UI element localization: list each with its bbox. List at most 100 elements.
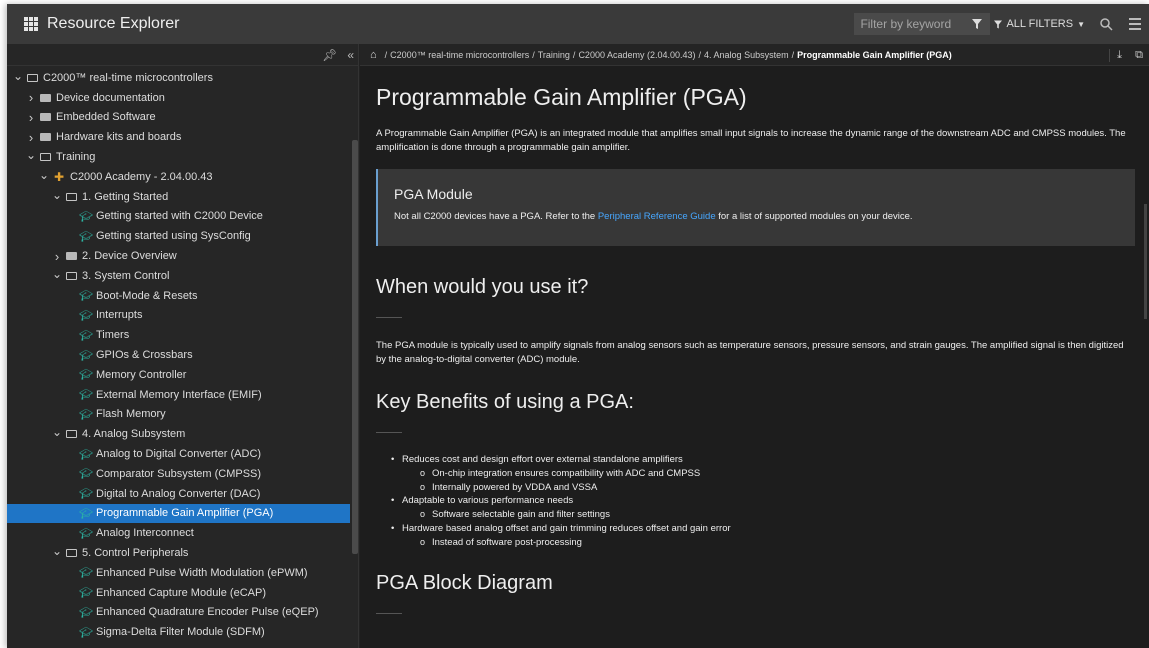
document-content: Programmable Gain Amplifier (PGA) A Prog… — [376, 66, 1135, 614]
graduation-cap-icon: 🎓︎ — [79, 369, 93, 382]
tree-item-label: Analog Interconnect — [96, 527, 194, 540]
chevron-right-icon[interactable]: › — [26, 110, 36, 125]
home-icon[interactable]: ⌂ — [370, 49, 377, 61]
chevron-down-icon[interactable]: ⌄ — [52, 189, 62, 203]
list-item: Internally powered by VDDA and VSSA — [376, 481, 1135, 495]
caret-down-icon: ▼ — [1077, 19, 1085, 29]
collapse-panel-icon[interactable]: « — [347, 48, 354, 62]
graduation-cap-icon: 🎓︎ — [79, 309, 93, 322]
tree-scrollbar[interactable] — [352, 140, 358, 554]
tree-item-label: 2. Device Overview — [82, 250, 177, 263]
when-paragraph: The PGA module is typically used to ampl… — [376, 340, 1124, 365]
tree-item[interactable]: ⌄ 4. Analog Subsystem — [7, 424, 350, 444]
tree-item[interactable]: › Hardware kits and boards — [7, 127, 350, 147]
external-link-icon[interactable]: ⧉ — [1129, 49, 1149, 62]
tree-item[interactable]: ⌄ Training — [7, 147, 350, 167]
breadcrumb: ⌂ / C2000™ real-time microcontrollers / … — [360, 44, 1149, 66]
graduation-cap-icon: 🎓︎ — [79, 507, 93, 520]
chevron-down-icon[interactable]: ⌄ — [52, 545, 62, 559]
tree-item[interactable]: ⌄ 3. System Control — [7, 266, 350, 286]
list-item: Instead of software post-processing — [376, 536, 1135, 550]
appbar-actions: ALL FILTERS ▼ — [854, 4, 1149, 44]
divider — [376, 432, 402, 433]
divider — [376, 317, 402, 318]
graduation-cap-icon: 🎓︎ — [79, 488, 93, 501]
chevron-right-icon[interactable]: › — [26, 90, 36, 105]
tree-item[interactable]: ⌄ C2000™ real-time microcontrollers — [7, 68, 350, 88]
download-icon[interactable]: ⤓ — [1109, 48, 1129, 62]
chevron-down-icon[interactable]: ⌄ — [13, 70, 23, 84]
folder-open-icon — [40, 153, 51, 162]
tree-item[interactable]: 🎓︎ Getting started using SysConfig — [7, 226, 350, 246]
heading-block-diagram: PGA Block Diagram — [376, 571, 553, 594]
folder-open-icon — [66, 549, 77, 558]
search-icon[interactable] — [1099, 17, 1113, 31]
funnel-icon[interactable] — [964, 13, 991, 35]
tree-item[interactable]: 🎓︎ Flash Memory — [7, 405, 350, 425]
tree-item[interactable]: › Embedded Software — [7, 108, 350, 128]
panel-toolbar: 📌︎ « — [7, 44, 358, 66]
tree-item[interactable]: 🎓︎ Enhanced Pulse Width Modulation (ePWM) — [7, 563, 350, 583]
content-scrollbar[interactable] — [1144, 204, 1147, 319]
chevron-down-icon[interactable]: ⌄ — [52, 268, 62, 282]
breadcrumb-item[interactable]: Training — [538, 50, 570, 60]
chevron-right-icon[interactable]: › — [52, 249, 62, 264]
graduation-cap-icon: 🎓︎ — [79, 468, 93, 481]
graduation-cap-icon: 🎓︎ — [79, 587, 93, 600]
tree-item[interactable]: 🎓︎ Enhanced Capture Module (eCAP) — [7, 583, 350, 603]
tree-item[interactable]: › 2. Device Overview — [7, 246, 350, 266]
breadcrumb-item[interactable]: C2000™ real-time microcontrollers — [390, 50, 529, 60]
chevron-down-icon[interactable]: ⌄ — [52, 426, 62, 440]
tree-item[interactable]: ⌄ 1. Getting Started — [7, 187, 350, 207]
tree-item-label: Digital to Analog Converter (DAC) — [96, 487, 261, 500]
tree-item[interactable]: 🎓︎ Boot-Mode & Resets — [7, 286, 350, 306]
all-filters-dropdown[interactable]: ALL FILTERS ▼ — [994, 18, 1085, 30]
list-item: Reduces cost and design effort over exte… — [376, 453, 1135, 467]
chevron-down-icon[interactable]: ⌄ — [26, 149, 36, 163]
tree-item[interactable]: 🎓︎ Analog Interconnect — [7, 523, 350, 543]
tree-item-label: Analog to Digital Converter (ADC) — [96, 448, 262, 461]
graduation-cap-icon: 🎓︎ — [79, 329, 93, 342]
list-item: Hardware based analog offset and gain tr… — [376, 522, 1135, 536]
folder-icon — [40, 113, 51, 122]
graduation-cap-icon: 🎓︎ — [79, 389, 93, 402]
graduation-cap-icon: 🎓︎ — [79, 527, 93, 540]
graduation-cap-icon: 🎓︎ — [79, 349, 93, 362]
tree-item[interactable]: ⌄ 5. Control Peripherals — [7, 543, 350, 563]
tree-item[interactable]: 🎓︎ Getting started with C2000 Device — [7, 207, 350, 227]
tree-item[interactable]: › Device documentation — [7, 88, 350, 108]
heading-benefits: Key Benefits of using a PGA: — [376, 391, 634, 413]
tree-item-label: GPIOs & Crossbars — [96, 349, 193, 362]
tree-item[interactable]: 🎓︎ Memory Controller — [7, 365, 350, 385]
tree-item-label: Comparator Subsystem (CMPSS) — [96, 467, 262, 480]
tree-item-label: 4. Analog Subsystem — [82, 428, 186, 441]
tree-item-label: Embedded Software — [56, 111, 156, 124]
peripheral-reference-guide-link[interactable]: Peripheral Reference Guide — [598, 211, 716, 222]
breadcrumb-current: Programmable Gain Amplifier (PGA) — [797, 49, 952, 60]
apps-grid-icon[interactable] — [24, 17, 38, 31]
breadcrumb-item[interactable]: C2000 Academy (2.04.00.43) — [578, 50, 695, 60]
tree-item-label: 5. Control Peripherals — [82, 547, 189, 560]
tree-item[interactable]: 🎓︎ Timers — [7, 325, 350, 345]
chevron-right-icon[interactable]: › — [26, 130, 36, 145]
tree-item[interactable]: 🎓︎ Interrupts — [7, 306, 350, 326]
tree-item[interactable]: 🎓︎ Programmable Gain Amplifier (PGA) — [7, 503, 350, 524]
tree-item[interactable]: 🎓︎ External Memory Interface (EMIF) — [7, 385, 350, 405]
tree-item[interactable]: 🎓︎ Comparator Subsystem (CMPSS) — [7, 464, 350, 484]
chevron-down-icon[interactable]: ⌄ — [39, 169, 49, 183]
tree-item[interactable]: 🎓︎ Analog to Digital Converter (ADC) — [7, 444, 350, 464]
tree-item[interactable]: 🎓︎ GPIOs & Crossbars — [7, 345, 350, 365]
tree-item-label: Enhanced Pulse Width Modulation (ePWM) — [96, 566, 308, 579]
menu-icon[interactable] — [1129, 18, 1141, 30]
breadcrumb-item[interactable]: 4. Analog Subsystem — [704, 50, 789, 60]
graduation-cap-icon: 🎓︎ — [79, 408, 93, 421]
tree-item[interactable]: ⌄ ✚ C2000 Academy - 2.04.00.43 — [7, 167, 350, 187]
pin-icon[interactable]: 📌︎ — [322, 48, 337, 62]
filter-keyword-input[interactable] — [854, 13, 965, 35]
tree-item-label: C2000™ real-time microcontrollers — [43, 71, 213, 84]
list-item: On-chip integration ensures compatibilit… — [376, 467, 1135, 481]
tree-item[interactable]: 🎓︎ Sigma-Delta Filter Module (SDFM) — [7, 622, 350, 642]
tree-item[interactable]: 🎓︎ Enhanced Quadrature Encoder Pulse (eQE… — [7, 603, 350, 623]
graduation-cap-icon: 🎓︎ — [79, 448, 93, 461]
tree-item[interactable]: 🎓︎ Digital to Analog Converter (DAC) — [7, 484, 350, 504]
